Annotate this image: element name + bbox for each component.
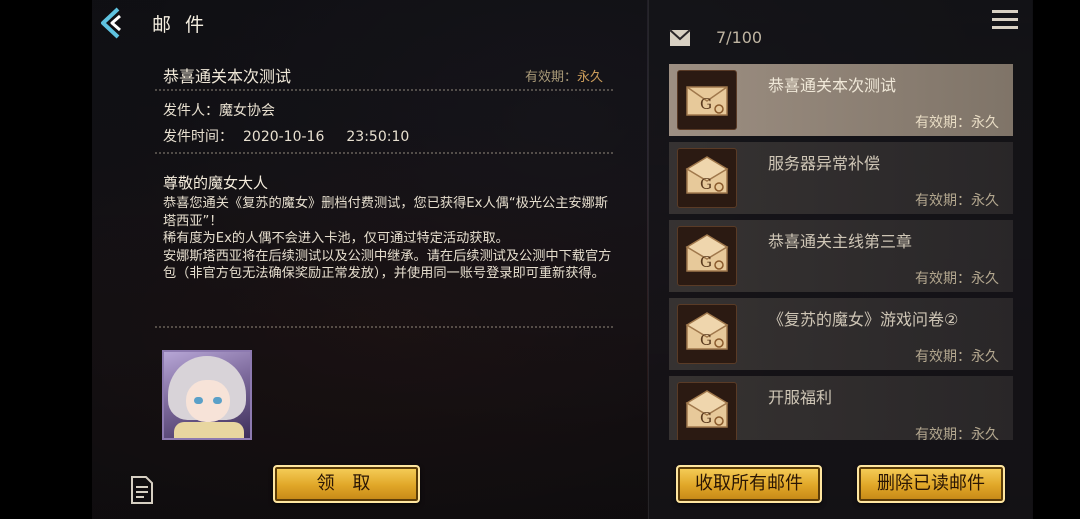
svg-text:G: G xyxy=(700,95,712,113)
svg-text:G: G xyxy=(700,331,712,349)
mail-body: 恭喜您通关《复苏的魔女》删档付费测试，您已获得Ex人偶“极光公主安娜斯塔西亚”！… xyxy=(163,195,613,283)
envelope-icon: G xyxy=(677,70,737,130)
left-letterbox xyxy=(0,0,92,519)
mail-item-title: 服务器异常补偿 xyxy=(768,154,881,173)
page-title: 邮 件 xyxy=(152,14,209,36)
delete-read-button[interactable]: 删除已读邮件 xyxy=(857,465,1005,503)
notes-icon[interactable] xyxy=(129,475,155,505)
mail-list[interactable]: G 恭喜通关本次测试 有效期：永久 G 服务器异常补偿 有效期：永久 G 恭喜通… xyxy=(669,64,1013,440)
mail-item-title: 开服福利 xyxy=(768,388,833,407)
validity-label: 有效期： xyxy=(525,70,578,85)
divider xyxy=(155,326,613,328)
list-item[interactable]: G 开服福利 有效期：永久 xyxy=(669,376,1013,440)
divider xyxy=(155,152,613,154)
svg-text:G: G xyxy=(700,175,712,193)
mail-sender: 发件人：魔女协会 xyxy=(163,103,275,119)
list-item[interactable]: G 恭喜通关本次测试 有效期：永久 xyxy=(669,64,1013,136)
mail-item-validity: 有效期：永久 xyxy=(915,349,999,365)
mail-item-validity: 有效期：永久 xyxy=(915,271,999,287)
envelope-icon: G xyxy=(677,304,737,364)
menu-icon[interactable] xyxy=(991,8,1019,32)
mail-body-line: 安娜斯塔西亚将在后续测试以及公测中继承。请在后续测试及公测中下载官方包（非官方包… xyxy=(163,248,612,282)
mail-body-line: 稀有度为Ex的人偶不会进入卡池，仅可通过特定活动获取。 xyxy=(163,231,509,246)
mail-item-validity: 有效期：永久 xyxy=(915,193,999,209)
mail-count: 7/100 xyxy=(716,28,763,47)
mail-send-time: 发件时间： 2020-10-16 23:50:10 xyxy=(163,126,409,146)
list-item[interactable]: G 服务器异常补偿 有效期：永久 xyxy=(669,142,1013,214)
mail-item-title: 恭喜通关本次测试 xyxy=(768,76,897,95)
list-item[interactable]: G 恭喜通关主线第三章 有效期：永久 xyxy=(669,220,1013,292)
mail-icon xyxy=(669,29,691,47)
envelope-icon: G xyxy=(677,148,737,208)
claim-button[interactable]: 领 取 xyxy=(273,465,420,503)
reward-doll-card[interactable] xyxy=(162,350,252,440)
mail-body-line: 恭喜您通关《复苏的魔女》删档付费测试，您已获得Ex人偶“极光公主安娜斯塔西亚”！ xyxy=(163,196,608,229)
envelope-icon: G xyxy=(677,382,737,440)
svg-text:G: G xyxy=(700,409,712,427)
list-item[interactable]: G 《复苏的魔女》游戏问卷② 有效期：永久 xyxy=(669,298,1013,370)
send-clock: 23:50:10 xyxy=(346,129,410,145)
mail-item-validity: 有效期：永久 xyxy=(915,427,999,440)
right-letterbox xyxy=(1032,0,1080,519)
send-time-label: 发件时间： xyxy=(163,129,233,145)
collect-all-button[interactable]: 收取所有邮件 xyxy=(676,465,822,503)
mail-greeting: 尊敬的魔女大人 xyxy=(163,174,269,192)
envelope-icon: G xyxy=(677,226,737,286)
svg-text:G: G xyxy=(700,253,712,271)
mail-item-title: 《复苏的魔女》游戏问卷② xyxy=(768,310,959,329)
validity-value: 永久 xyxy=(577,70,604,85)
back-button[interactable] xyxy=(96,6,130,40)
mail-item-validity: 有效期：永久 xyxy=(915,115,999,131)
mail-validity: 有效期：永久 xyxy=(525,66,603,85)
divider xyxy=(155,89,613,91)
mail-subject: 恭喜通关本次测试 xyxy=(163,67,292,86)
back-arrow-icon xyxy=(101,7,121,39)
send-date: 2020-10-16 xyxy=(243,129,325,145)
mail-item-title: 恭喜通关主线第三章 xyxy=(768,232,913,251)
